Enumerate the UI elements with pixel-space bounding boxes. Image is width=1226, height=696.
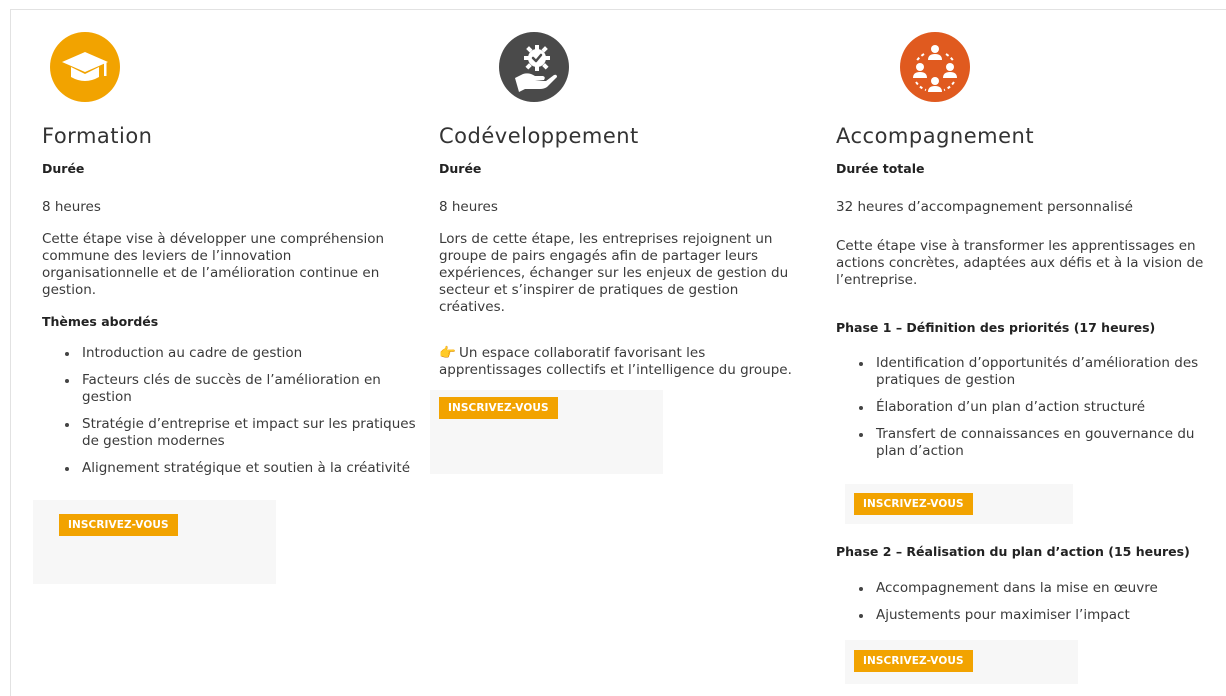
phase1-title: Phase 1 – Définition des priorités (17 h… bbox=[836, 320, 1156, 335]
list-item: Élaboration d’un plan d’action structuré bbox=[856, 399, 1206, 416]
themes-label: Thèmes abordés bbox=[42, 314, 159, 329]
duration-value: 32 heures d’accompagnement personnalisé bbox=[836, 199, 1133, 215]
graduation-cap-icon bbox=[50, 32, 120, 102]
list-item: Accompagnement dans la mise en œuvre bbox=[856, 580, 1206, 597]
register-button-phase1[interactable]: INSCRIVEZ-VOUS bbox=[854, 493, 973, 515]
list-item: Introduction au cadre de gestion bbox=[62, 345, 422, 362]
pointing-hand-icon: 👉 bbox=[439, 345, 456, 361]
list-item: Facteurs clés de succès de l’amélioratio… bbox=[62, 372, 422, 406]
shade-panel bbox=[33, 500, 276, 584]
collab-note-text: Un espace collaboratif favorisant les ap… bbox=[439, 345, 792, 378]
description: Cette étape vise à développer une compré… bbox=[42, 231, 385, 298]
gear-hand-icon bbox=[499, 32, 569, 102]
section-title: Accompagnement bbox=[836, 124, 1035, 148]
phase1-list: Identification d’opportunités d’améliora… bbox=[856, 355, 1206, 470]
duration-label: Durée totale bbox=[836, 161, 925, 176]
register-button[interactable]: INSCRIVEZ-VOUS bbox=[59, 514, 178, 536]
themes-list: Introduction au cadre de gestion Facteur… bbox=[62, 345, 422, 487]
list-item: Ajustements pour maximiser l’impact bbox=[856, 607, 1206, 624]
description: Cette étape vise à transformer les appre… bbox=[836, 238, 1204, 288]
duration-label: Durée bbox=[42, 161, 85, 176]
duration-label: Durée bbox=[439, 161, 482, 176]
list-item: Stratégie d’entreprise et impact sur les… bbox=[62, 416, 422, 450]
phase2-title: Phase 2 – Réalisation du plan d’action (… bbox=[836, 544, 1190, 559]
register-button-phase2[interactable]: INSCRIVEZ-VOUS bbox=[854, 650, 973, 672]
collab-note: 👉 Un espace collaboratif favorisant les a… bbox=[439, 345, 809, 379]
duration-value: 8 heures bbox=[439, 199, 498, 215]
register-button[interactable]: INSCRIVEZ-VOUS bbox=[439, 397, 558, 419]
phase2-list: Accompagnement dans la mise en œuvre Aju… bbox=[856, 580, 1206, 634]
list-item: Identification d’opportunités d’améliora… bbox=[856, 355, 1206, 389]
list-item: Transfert de connaissances en gouvernanc… bbox=[856, 426, 1206, 460]
group-network-icon bbox=[900, 32, 970, 102]
duration-value: 8 heures bbox=[42, 199, 101, 215]
description: Lors de cette étape, les entreprises rej… bbox=[439, 231, 789, 315]
section-title: Formation bbox=[42, 124, 153, 148]
list-item: Alignement stratégique et soutien à la c… bbox=[62, 460, 422, 477]
section-title: Codéveloppement bbox=[439, 124, 639, 148]
